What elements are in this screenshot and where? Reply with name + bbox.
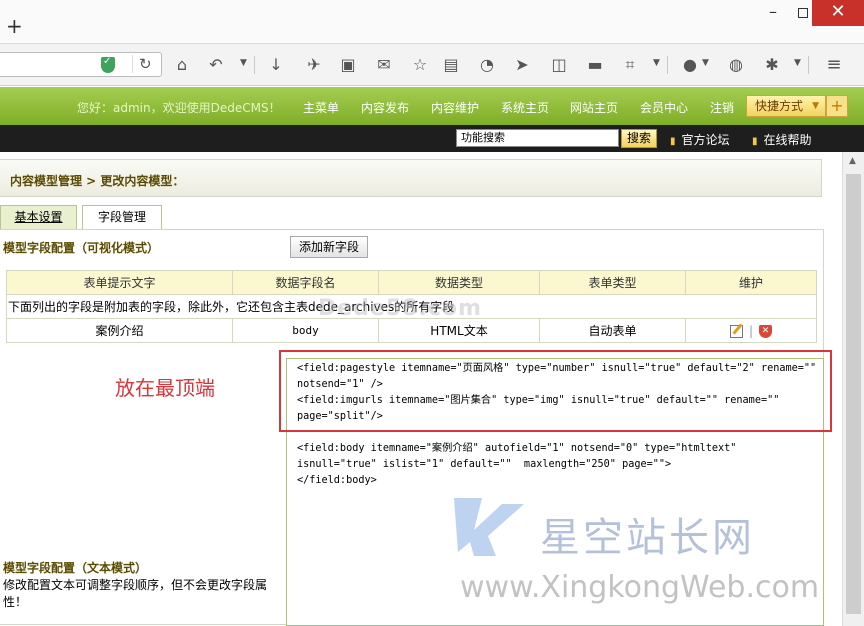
text-mode-description: 修改配置文本可调整字段顺序，但不会更改字段属性！	[3, 578, 268, 609]
vertical-scrollbar[interactable]: ▲	[842, 152, 864, 626]
clipboard-icon[interactable]: ▤	[441, 56, 461, 74]
browser-titlebar: + – ✕	[0, 0, 864, 44]
send-icon[interactable]: ➤	[512, 56, 532, 74]
visual-mode-title: 模型字段配置（可视化模式）	[3, 241, 160, 255]
function-search-input[interactable]: 功能搜索	[456, 129, 619, 147]
maximize-icon	[798, 8, 808, 18]
bird-icon[interactable]: ✈	[304, 56, 324, 74]
brand-watermark-cn: 星空站长网	[540, 515, 755, 561]
bug-icon[interactable]: ✱	[762, 56, 782, 74]
adblock-icon[interactable]: ●	[680, 56, 700, 74]
help-icon: ▮	[752, 136, 758, 147]
menu-icon[interactable]: ≡	[824, 56, 844, 74]
chevron-down-icon: ▼	[812, 101, 819, 111]
column-header: 表单类型	[539, 270, 686, 295]
edit-icon[interactable]	[729, 324, 743, 338]
reader-icon[interactable]: ▣	[338, 56, 358, 74]
minimize-button[interactable]: –	[758, 0, 788, 26]
delete-icon[interactable]: ✕	[759, 324, 773, 338]
add-field-button[interactable]: 添加新字段	[290, 236, 368, 258]
table-header-row: 表单提示文字 数据字段名 数据类型 表单类型 维护	[6, 270, 817, 295]
action-separator: |	[748, 323, 754, 338]
nav-logout[interactable]: 注销	[710, 99, 734, 116]
new-tab-button[interactable]: +	[6, 16, 23, 36]
rss-icon[interactable]: ◔	[477, 56, 497, 74]
nav-system-home[interactable]: 系统主页	[501, 99, 549, 116]
site-watermark: Dede58.com	[318, 296, 482, 321]
highlight-box	[279, 350, 832, 432]
column-header: 维护	[685, 270, 817, 295]
table-row: 案例介绍 body HTML文本 自动表单 | ✕	[6, 318, 817, 343]
close-button[interactable]: ✕	[812, 0, 864, 26]
chevron-down-icon[interactable]: ▼	[240, 58, 247, 68]
forum-link[interactable]: ▮ 官方论坛	[670, 131, 730, 148]
scrollbar-thumb[interactable]	[846, 174, 861, 614]
column-header: 数据字段名	[232, 270, 379, 295]
brand-watermark-en: www.XingkongWeb.com	[460, 570, 820, 605]
quick-menu-button[interactable]: 快捷方式 ▼	[746, 95, 826, 117]
data-type-cell: HTML文本	[378, 318, 540, 343]
download-icon[interactable]: ↓	[266, 56, 286, 74]
chevron-down-icon[interactable]: ▼	[702, 58, 709, 68]
crop-icon[interactable]: ⌗	[620, 56, 640, 74]
cms-header: 您好：admin，欢迎使用DedeCMS！ 主菜单 内容发布 内容维护 系统主页…	[0, 87, 864, 125]
bookmark-star-icon[interactable]: ☆	[410, 56, 430, 74]
nav-main-menu[interactable]: 主菜单	[303, 99, 339, 116]
forum-label: 官方论坛	[681, 133, 730, 147]
globe-icon[interactable]: ◍	[726, 56, 746, 74]
field-label-cell: 案例介绍	[6, 318, 233, 343]
nav-publish[interactable]: 内容发布	[361, 99, 409, 116]
field-name-cell: body	[232, 318, 379, 343]
form-type-cell: 自动表单	[539, 318, 686, 343]
home-icon[interactable]: ⌂	[172, 56, 192, 74]
toolbar-divider	[254, 56, 255, 74]
mail-icon[interactable]: ✉	[374, 56, 394, 74]
breadcrumb-bar: 内容模型管理 > 更改内容模型：	[0, 159, 822, 197]
folder-icon[interactable]: ▬	[585, 56, 605, 74]
annotation-text: 放在最顶端	[115, 376, 215, 400]
welcome-text: 您好：admin，欢迎使用DedeCMS！	[77, 101, 281, 115]
actions-cell: | ✕	[685, 318, 817, 343]
tab-field-management[interactable]: 字段管理	[82, 205, 162, 229]
chevron-down-icon[interactable]: ▼	[794, 58, 801, 68]
search-button[interactable]: 搜索	[621, 129, 657, 148]
quick-add-button[interactable]: +	[826, 95, 848, 117]
tab-basic-settings[interactable]: 基本设置	[0, 205, 77, 229]
help-link[interactable]: ▮ 在线帮助	[752, 131, 812, 148]
back-icon[interactable]: ↶	[206, 56, 226, 74]
url-bar[interactable]: ↻	[0, 52, 162, 77]
breadcrumb: 内容模型管理 > 更改内容模型：	[10, 174, 185, 188]
shield-icon[interactable]	[101, 56, 115, 73]
scroll-up-icon[interactable]: ▲	[849, 156, 856, 166]
function-search-bar: 功能搜索 搜索 ▮ 官方论坛 ▮ 在线帮助	[0, 125, 864, 152]
nav-site-home[interactable]: 网站主页	[570, 99, 618, 116]
code-block-body: <field:body itemname="案例介绍" autofield="1…	[297, 443, 737, 486]
text-mode-title: 模型字段配置（文本模式）	[3, 561, 148, 575]
forum-icon: ▮	[670, 136, 676, 147]
column-header: 表单提示文字	[6, 270, 233, 295]
quick-menu-label: 快捷方式	[755, 99, 804, 113]
reload-icon[interactable]: ↻	[132, 55, 152, 73]
toolbar-divider	[667, 56, 668, 74]
toolbar-divider	[808, 56, 809, 74]
sidebar-icon[interactable]: ◫	[549, 56, 569, 74]
watermark-logo	[454, 498, 524, 556]
column-header: 数据类型	[378, 270, 540, 295]
nav-member-center[interactable]: 会员中心	[640, 99, 688, 116]
chevron-down-icon[interactable]: ▼	[653, 58, 660, 68]
browser-toolbar: ↻ ⌂ ↶ ▼ ↓ ✈ ▣ ✉ ☆ ▤ ◔ ➤ ◫ ▬ ⌗ ▼ ● ▼ ◍ ✱ …	[0, 44, 864, 86]
nav-maintain[interactable]: 内容维护	[431, 99, 479, 116]
help-label: 在线帮助	[763, 133, 812, 147]
